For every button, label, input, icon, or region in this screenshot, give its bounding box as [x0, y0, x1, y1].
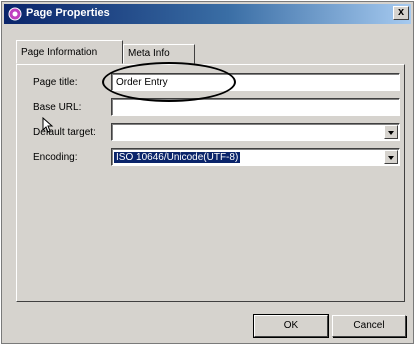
page-title-label: Page title:: [33, 77, 78, 88]
page-title-input[interactable]: Order Entry: [111, 73, 400, 91]
dropdown-arrow-icon[interactable]: [384, 150, 398, 164]
encoding-row: Encoding: ISO 10646/Unicode(UTF-8): [17, 148, 404, 168]
tab-label: Meta Info: [128, 48, 170, 59]
title-bar[interactable]: Page Properties x: [4, 4, 411, 24]
default-target-row: Default target:: [17, 123, 404, 143]
tab-page-information[interactable]: Page Information: [16, 40, 123, 64]
window-title: Page Properties: [26, 7, 110, 19]
tab-label: Page Information: [21, 47, 98, 58]
dropdown-arrow-icon[interactable]: [384, 125, 398, 139]
base-url-input[interactable]: [111, 98, 400, 116]
page-properties-icon: [8, 7, 22, 21]
tab-meta-info[interactable]: Meta Info: [123, 44, 195, 64]
page-information-panel: Page title: Order Entry Base URL: Defaul…: [16, 64, 405, 302]
page-properties-dialog: Page Properties x Page Information Meta …: [1, 1, 414, 344]
base-url-label: Base URL:: [33, 102, 82, 113]
default-target-select[interactable]: [111, 123, 400, 141]
encoding-value: ISO 10646/Unicode(UTF-8): [114, 152, 241, 163]
base-url-row: Base URL:: [17, 98, 404, 118]
ok-button[interactable]: OK: [253, 314, 329, 338]
mouse-cursor-icon: [42, 117, 54, 133]
cancel-button[interactable]: Cancel: [332, 315, 406, 337]
encoding-select[interactable]: ISO 10646/Unicode(UTF-8): [111, 148, 400, 166]
encoding-label: Encoding:: [33, 152, 78, 163]
page-title-row: Page title: Order Entry: [17, 73, 404, 93]
close-icon[interactable]: x: [393, 6, 409, 20]
